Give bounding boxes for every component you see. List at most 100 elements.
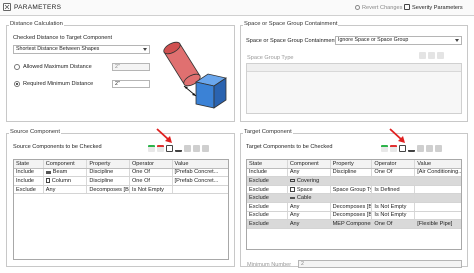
row-property: Decomposes [Ba...: [332, 202, 373, 211]
row-component: Any: [288, 211, 331, 220]
component-name: Space: [296, 186, 313, 193]
add-exclude-icon[interactable]: [157, 145, 164, 152]
required-minimum-input[interactable]: 2": [112, 80, 150, 88]
column-operator[interactable]: Operator: [130, 160, 173, 168]
row-state: Include: [14, 177, 44, 185]
row-state: Include: [14, 168, 44, 177]
row-value: [415, 186, 461, 194]
column-operator[interactable]: Operator: [372, 160, 416, 168]
add-include-icon[interactable]: [381, 145, 388, 152]
box-shape: [194, 73, 228, 109]
minimum-number-input[interactable]: 2: [298, 260, 462, 268]
row-component: Covering: [288, 177, 331, 185]
component-name: Covering: [296, 177, 320, 184]
row-value: [415, 194, 461, 202]
cable-icon: [289, 197, 295, 200]
row-operator: Is Not Empty: [130, 185, 173, 194]
chevron-down-icon: [455, 39, 459, 42]
beam-icon: [45, 170, 51, 174]
column-component[interactable]: Component: [44, 160, 88, 168]
row-operator: One Of: [130, 177, 173, 185]
component-name: Beam: [52, 169, 68, 176]
space-group-type-label: Space Group Type: [247, 55, 294, 61]
delete-icon[interactable]: [202, 145, 209, 152]
source-annotation-arrow: [156, 128, 172, 143]
checked-distance-select[interactable]: Shortest Distance Between Shapes: [13, 45, 150, 54]
column-state[interactable]: State: [14, 160, 44, 168]
table-row[interactable]: Exclude Any Decomposes [Ba... Is Not Emp…: [14, 185, 228, 195]
row-property: Discipline: [87, 177, 130, 185]
target-toolbar: [379, 145, 442, 152]
column-value[interactable]: Value: [173, 160, 228, 168]
required-minimum-radio[interactable]: [14, 81, 20, 87]
severity-parameters-button[interactable]: Severity Parameters: [412, 5, 463, 11]
table-row[interactable]: Exclude Cable: [247, 194, 461, 203]
column-property[interactable]: Property: [87, 160, 130, 168]
revert-changes-button[interactable]: Revert Changes: [362, 5, 402, 11]
table-row[interactable]: Exclude Covering: [247, 177, 461, 186]
column-property[interactable]: Property: [331, 160, 373, 168]
target-table-header: State Component Property Operator Value: [247, 160, 461, 169]
cylinder-shape: [163, 41, 201, 87]
remove-disabled-icon[interactable]: [428, 52, 435, 59]
row-property: Discipline: [331, 168, 373, 177]
row-value: [415, 177, 461, 185]
allowed-maximum-label: Allowed Maximum Distance: [23, 64, 92, 70]
clear-disabled-icon[interactable]: [437, 52, 444, 59]
column-value[interactable]: Value: [415, 160, 461, 168]
folder-icon[interactable]: [399, 145, 406, 152]
download-icon[interactable]: [175, 145, 182, 152]
table-row[interactable]: Exclude Any Decomposes [Ba... Is Not Emp…: [247, 211, 461, 221]
chevron-down-icon: [143, 48, 147, 51]
row-property: [331, 194, 373, 202]
table-row[interactable]: Exclude Any MEP Componen... One Of [Flex…: [247, 220, 461, 229]
row-component: Any: [44, 185, 88, 194]
delete-icon[interactable]: [435, 145, 442, 152]
row-component: Any: [288, 202, 331, 211]
row-property: Decomposes [Ba...: [89, 185, 130, 194]
paste-icon[interactable]: [193, 145, 200, 152]
column-state[interactable]: State: [247, 160, 288, 168]
row-value: [Prefab Concret...: [174, 177, 219, 184]
space-icon: [289, 187, 295, 193]
row-property: Space Group Ty...: [332, 185, 373, 194]
add-exclude-icon[interactable]: [390, 145, 397, 152]
download-icon[interactable]: [408, 145, 415, 152]
column-component[interactable]: Component: [288, 160, 331, 168]
covering-icon: [289, 179, 295, 183]
row-value: [415, 212, 461, 220]
source-table: State Component Property Operator Value …: [13, 159, 229, 260]
row-value: [415, 203, 461, 211]
component-name: Column: [51, 177, 72, 184]
row-operator: One Of: [372, 168, 416, 177]
severity-icon[interactable]: [404, 4, 410, 10]
row-value: [Prefab Concret...: [174, 169, 219, 176]
space-group-select[interactable]: Ignore Space or Space Group: [335, 36, 462, 45]
allowed-maximum-radio[interactable]: [14, 64, 20, 70]
space-group-section-title: Space or Space Group Containment: [243, 21, 339, 27]
add-include-icon[interactable]: [148, 145, 155, 152]
table-row[interactable]: Include Beam Discipline One Of [Prefab C…: [14, 168, 228, 178]
table-row[interactable]: Exclude Space Space Group Ty... Is Defin…: [247, 185, 461, 195]
table-row[interactable]: Exclude Any Decomposes [Ba... Is Not Emp…: [247, 202, 461, 212]
allowed-maximum-input[interactable]: 2": [112, 63, 150, 71]
row-value: [173, 186, 228, 194]
add-disabled-icon[interactable]: [419, 52, 426, 59]
source-toolbar: [146, 145, 209, 152]
checked-distance-label: Checked Distance to Target Component: [13, 35, 113, 41]
paste-icon[interactable]: [426, 145, 433, 152]
row-state: Exclude: [247, 177, 288, 185]
target-table: State Component Property Operator Value …: [246, 159, 462, 250]
row-state: Exclude: [247, 211, 288, 220]
copy-icon[interactable]: [417, 145, 424, 152]
row-value: [Air Conditioning...: [417, 169, 461, 176]
table-row[interactable]: Include Any Discipline One Of [Air Condi…: [247, 168, 461, 178]
copy-icon[interactable]: [184, 145, 191, 152]
table-row[interactable]: Include Column Discipline One Of [Prefab…: [14, 177, 228, 186]
folder-icon[interactable]: [166, 145, 173, 152]
row-operator: One Of: [130, 168, 173, 177]
row-property: Decomposes [Ba...: [332, 211, 373, 220]
revert-icon[interactable]: [355, 5, 360, 10]
space-group-type-list: [246, 63, 462, 114]
target-section-title: Target Component: [243, 129, 293, 135]
